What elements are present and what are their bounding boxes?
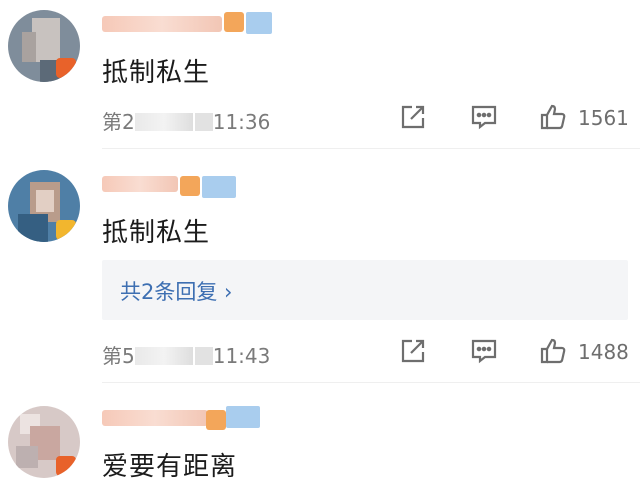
comment-text: 爱要有距离 — [102, 452, 238, 482]
share-icon[interactable] — [398, 336, 428, 366]
reply-box[interactable]: 共2条回复 › — [102, 260, 628, 320]
like-icon[interactable] — [538, 336, 568, 366]
avatar[interactable] — [8, 406, 80, 478]
divider — [102, 382, 640, 383]
comment-time: 第2 11:36 — [102, 110, 271, 134]
username-redacted[interactable] — [102, 12, 282, 34]
share-icon[interactable] — [398, 102, 428, 132]
comment-time: 第5 11:43 — [102, 344, 271, 368]
like-count: 1561 — [578, 106, 629, 130]
view-replies-link[interactable]: 共2条回复 › — [120, 276, 232, 306]
divider — [102, 148, 640, 149]
comment-icon[interactable] — [469, 336, 499, 366]
username-redacted[interactable] — [102, 172, 282, 198]
like-count: 1488 — [578, 340, 629, 364]
comment-text: 抵制私生 — [102, 218, 211, 248]
username-redacted[interactable] — [102, 406, 282, 430]
comment-text: 抵制私生 — [102, 58, 211, 88]
comment-meta: 第5 11:43 1488 — [0, 336, 640, 368]
comment-icon[interactable] — [469, 102, 499, 132]
like-icon[interactable] — [538, 102, 568, 132]
avatar[interactable] — [8, 170, 80, 242]
avatar[interactable] — [8, 10, 80, 82]
comment-meta: 第2 11:36 1561 — [0, 102, 640, 134]
